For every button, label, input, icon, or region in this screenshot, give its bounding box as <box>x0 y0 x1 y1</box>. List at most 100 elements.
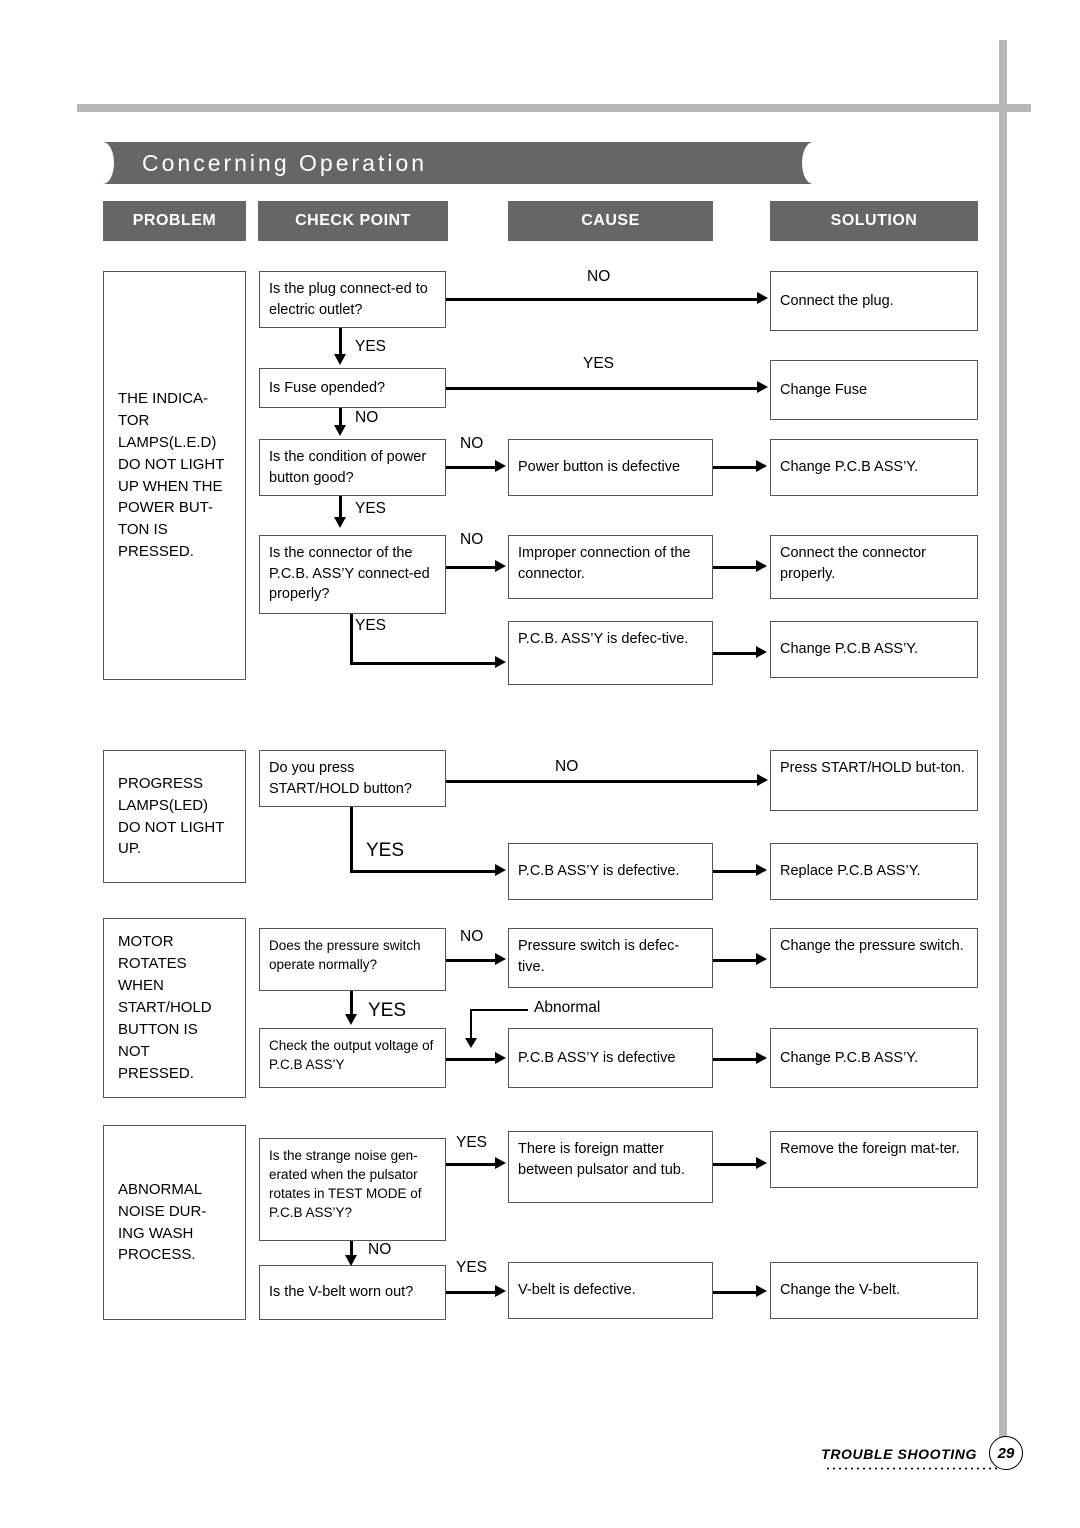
problem-box-4: ABNORMAL NOISE DUR- ING WASH PROCESS. <box>103 1125 246 1320</box>
edge-label-3-2: YES <box>368 1000 407 1021</box>
connector-3-1 <box>446 959 497 962</box>
edge-label-4-1: YES <box>456 1134 488 1151</box>
connector-3-5 <box>713 1058 758 1061</box>
cause-box-1-3: P.C.B. ASS’Y is defec-tive. <box>508 621 713 685</box>
connector-3-3 <box>350 991 353 1016</box>
connector-1-6 <box>713 466 758 469</box>
arrowhead-1-3 <box>757 381 768 393</box>
cause-box-3-2: P.C.B ASS’Y is defective <box>508 1028 713 1088</box>
check-box-2-1: Do you press START/HOLD button? <box>259 750 446 807</box>
arrowhead-1-2 <box>334 354 346 365</box>
edge-label-2-1: NO <box>555 758 579 775</box>
arrowhead-3-2 <box>756 953 767 965</box>
solution-box-1-1: Connect the plug. <box>770 271 978 331</box>
edge-label-2-2: YES <box>366 840 405 861</box>
cause-box-1-1: Power button is defective <box>508 439 713 496</box>
edge-label-1-6: YES <box>355 500 387 517</box>
edge-label-1-3: YES <box>583 355 615 372</box>
solution-box-1-3: Change P.C.B ASS’Y. <box>770 439 978 496</box>
edge-label-3-1: NO <box>460 928 484 945</box>
cause-box-2-1: P.C.B ASS’Y is defective. <box>508 843 713 900</box>
connector-abnormal-drop <box>470 1009 472 1041</box>
arrowhead-2-2 <box>495 864 506 876</box>
edge-label-4-3: YES <box>456 1259 488 1276</box>
edge-label-1-5: NO <box>460 435 484 452</box>
edge-label-1-7: NO <box>460 531 484 548</box>
connector-1-2 <box>339 328 342 356</box>
solution-box-3-1: Change the pressure switch. <box>770 928 978 988</box>
arrowhead-4-5 <box>756 1285 767 1297</box>
page-title: Concerning Operation <box>142 149 428 176</box>
arrowhead-abnormal <box>465 1038 477 1048</box>
edge-label-1-1: NO <box>587 268 611 285</box>
arrowhead-3-3 <box>345 1014 357 1025</box>
arrowhead-1-9 <box>756 560 767 572</box>
check-box-3-2: Check the output voltage of P.C.B ASS’Y <box>259 1028 446 1088</box>
check-box-4-1: Is the strange noise gen-erated when the… <box>259 1138 446 1241</box>
solution-box-4-2: Change the V-belt. <box>770 1262 978 1319</box>
solution-box-1-2: Change Fuse <box>770 360 978 420</box>
arrowhead-4-2 <box>756 1157 767 1169</box>
solution-box-2-2: Replace P.C.B ASS’Y. <box>770 843 978 900</box>
connector-2-3 <box>350 870 497 873</box>
check-box-1-1: Is the plug connect-ed to electric outle… <box>259 271 446 328</box>
connector-abnormal-leader <box>470 1009 528 1011</box>
problem-box-2: PROGRESS LAMPS(LED) DO NOT LIGHT UP. <box>103 750 246 883</box>
edge-label-4-2: NO <box>368 1241 392 1258</box>
column-header-solution: SOLUTION <box>770 201 978 241</box>
check-box-4-2: Is the V-belt worn out? <box>259 1265 446 1320</box>
edge-label-1-8: YES <box>355 617 387 634</box>
solution-box-2-1: Press START/HOLD but-ton. <box>770 750 978 811</box>
solution-box-3-2: Change P.C.B ASS’Y. <box>770 1028 978 1088</box>
edge-label-1-2: YES <box>355 338 387 355</box>
connector-1-8 <box>446 566 497 569</box>
cause-box-4-1: There is foreign matter between pulsator… <box>508 1131 713 1203</box>
check-box-1-3: Is the condition of power button good? <box>259 439 446 496</box>
arrowhead-1-4 <box>334 425 346 436</box>
connector-4-4 <box>446 1291 497 1294</box>
arrowhead-1-10 <box>495 656 506 668</box>
connector-1-1 <box>446 298 759 301</box>
column-header-check-point: CHECK POINT <box>258 201 448 241</box>
banner-left-notch <box>92 142 114 184</box>
check-box-1-2: Is Fuse opended? <box>259 368 446 408</box>
check-box-1-4: Is the connector of the P.C.B. ASS’Y con… <box>259 535 446 614</box>
footer-dotted-rule <box>825 1467 1005 1470</box>
arrowhead-3-4 <box>495 1052 506 1064</box>
connector-2-4 <box>713 870 758 873</box>
arrowhead-1-5 <box>495 460 506 472</box>
arrowhead-1-8 <box>495 560 506 572</box>
page-number-badge: 29 <box>989 1436 1023 1470</box>
edge-label-3-3: Abnormal <box>534 999 601 1016</box>
column-header-problem: PROBLEM <box>103 201 246 241</box>
top-horizontal-rule <box>77 104 1031 112</box>
connector-3-2 <box>713 959 758 962</box>
connector-4-2 <box>713 1163 758 1166</box>
cause-box-4-2: V-belt is defective. <box>508 1262 713 1319</box>
arrowhead-1-7 <box>334 517 346 528</box>
arrowhead-3-5 <box>756 1052 767 1064</box>
solution-box-4-1: Remove the foreign mat-ter. <box>770 1131 978 1188</box>
connector-2-1 <box>446 780 759 783</box>
column-header-cause: CAUSE <box>508 201 713 241</box>
problem-box-3: MOTOR ROTATES WHEN START/HOLD BUTTON IS … <box>103 918 246 1098</box>
connector-4-5 <box>713 1291 758 1294</box>
arrowhead-1-11 <box>756 646 767 658</box>
connector-1-11 <box>350 662 497 665</box>
connector-2-2 <box>350 807 353 873</box>
arrowhead-4-4 <box>495 1285 506 1297</box>
arrowhead-4-3 <box>345 1255 357 1266</box>
connector-1-12 <box>713 652 758 655</box>
problem-box-1: THE INDICA- TOR LAMPS(L.E.D) DO NOT LIGH… <box>103 271 246 680</box>
connector-3-4 <box>446 1058 497 1061</box>
connector-1-7 <box>339 496 342 519</box>
connector-4-1 <box>446 1163 497 1166</box>
connector-1-9 <box>713 566 758 569</box>
cause-box-1-2: Improper connection of the connector. <box>508 535 713 599</box>
arrowhead-2-1 <box>757 774 768 786</box>
arrowhead-2-3 <box>756 864 767 876</box>
arrowhead-1-1 <box>757 292 768 304</box>
cause-box-3-1: Pressure switch is defec-tive. <box>508 928 713 988</box>
footer-section-label: TROUBLE SHOOTING <box>821 1446 977 1462</box>
connector-1-10 <box>350 614 353 664</box>
